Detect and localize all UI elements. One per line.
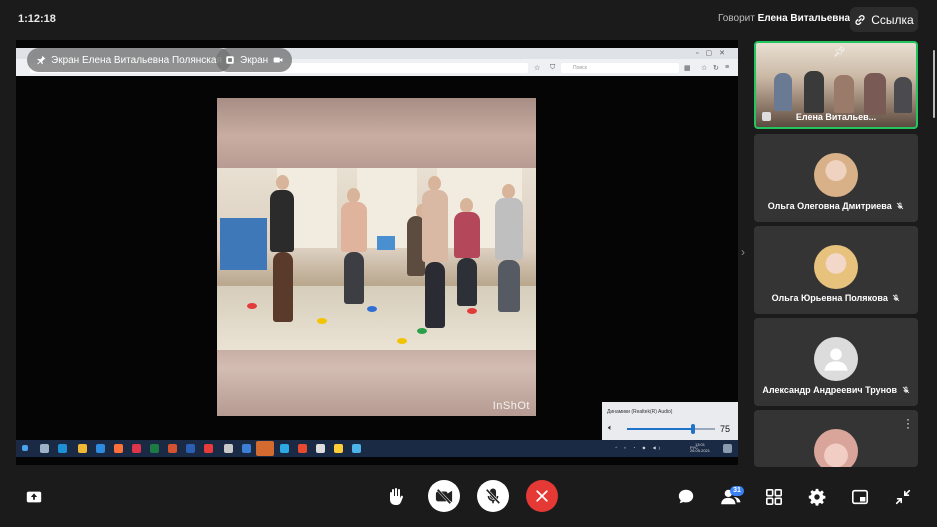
camera-off-button[interactable] <box>428 480 460 512</box>
notifications-icon <box>723 444 732 453</box>
microphone-off-button[interactable] <box>477 480 509 512</box>
volume-slider-handle[interactable] <box>691 424 695 434</box>
fullscreen-exit-icon[interactable] <box>894 488 912 506</box>
participant-tile-active[interactable]: 📌︎ Елена Витальев... <box>754 41 918 129</box>
chrome-icon-2 <box>352 444 361 453</box>
pin-icon[interactable]: 📌︎ <box>833 47 846 58</box>
call-timer: 1:12:18 <box>18 13 56 25</box>
mail-icon <box>96 444 105 453</box>
shared-screen[interactable]: ▫▢✕ ☆ ⛉ Поиск ▦ ☆ ↻ ≡ Экран Елена Виталь… <box>16 40 738 465</box>
avatar <box>814 153 858 197</box>
participant-tile[interactable]: Ольга Олеговна Дмитриева <box>754 134 918 222</box>
participant-name: Ольга Олеговна Дмитриева <box>754 201 918 211</box>
taskbar-date: 26.05.2021 <box>689 448 710 453</box>
windows-start-icon <box>22 445 28 451</box>
more-options-icon[interactable]: · · · <box>906 413 910 433</box>
collapse-sidebar-chevron-icon[interactable]: › <box>741 245 745 259</box>
edge-icon <box>58 444 67 453</box>
muted-mic-icon <box>893 294 900 302</box>
chat-icon[interactable] <box>677 488 695 506</box>
participants-count-badge: 31 <box>730 486 744 496</box>
close-icon <box>536 490 548 502</box>
participant-tile[interactable]: · · · <box>754 410 918 467</box>
screen-share-owner-label: Экран Елена Витальевна Полянская <box>51 54 222 66</box>
screen-share-owner-pill[interactable]: Экран Елена Витальевна Полянская <box>27 48 231 72</box>
volume-level: 75 <box>720 424 731 434</box>
taskbar-clock: 13:01 26.05.2021 <box>690 442 710 454</box>
menu-icon: ≡ <box>725 64 730 71</box>
telegram-icon <box>280 444 289 453</box>
excel-icon <box>150 444 159 453</box>
grid-icon: ▦ <box>684 65 691 72</box>
screen-source-label: Экран <box>240 54 269 66</box>
gear-icon[interactable] <box>808 488 826 506</box>
video-watermark: InShOt <box>492 400 530 412</box>
microphone-off-icon <box>485 488 501 505</box>
volume-popup[interactable]: Динамики (Realtek(R) Audio) 🔈︎ 75 <box>602 402 738 440</box>
participant-name: Александр Андреевич Трунов <box>754 385 918 395</box>
speaking-label: Говорит <box>718 13 755 24</box>
participant-tile[interactable]: Александр Андреевич Трунов <box>754 318 918 406</box>
avatar <box>814 429 858 467</box>
participant-name-text: Александр Андреевич Трунов <box>762 385 898 395</box>
copy-link-button[interactable]: Ссылка <box>850 7 918 32</box>
star-icon: ☆ <box>701 65 708 72</box>
browser-search-placeholder: Поиск <box>573 65 587 71</box>
taskbar-time: 13:01 <box>694 442 705 447</box>
participants-scrollbar[interactable] <box>933 50 935 118</box>
leave-call-button[interactable] <box>526 480 558 512</box>
window-controls: ▫▢✕ <box>696 50 732 57</box>
video-scene <box>217 168 536 350</box>
pin-icon <box>37 55 46 65</box>
camera-icon <box>273 57 283 63</box>
refresh-icon: ↻ <box>713 65 719 72</box>
powerpoint-icon <box>168 444 177 453</box>
default-avatar-icon <box>814 337 858 381</box>
tray-icons: ^ ▪ ◔ ◆ ◀) <box>615 445 663 450</box>
muted-mic-icon <box>902 386 909 394</box>
image-viewer-icon <box>224 444 233 453</box>
screen-source-pill[interactable]: Экран <box>216 48 293 72</box>
audio-device-label: Динамики (Realtek(R) Audio) <box>607 409 673 415</box>
volume-slider-fill <box>627 428 693 430</box>
chrome-icon <box>334 444 343 453</box>
firefox-icon <box>114 444 123 453</box>
browser-search-box: Поиск <box>561 63 679 73</box>
raise-hand-icon[interactable] <box>386 487 406 507</box>
app-icon <box>204 444 213 453</box>
task-view-icon <box>40 444 49 453</box>
link-icon <box>855 14 865 25</box>
active-speaker-indicator: Говорит Елена Витальевна П. <box>718 13 863 24</box>
calculator-icon <box>316 444 325 453</box>
participant-name: Елена Витальев... <box>795 112 877 122</box>
participant-name-text: Ольга Юрьевна Полякова <box>771 293 888 303</box>
windows-taskbar: ^ ▪ ◔ ◆ ◀) РУС 13:01 26.05.2021 <box>16 440 738 457</box>
shield-icon: ⛉ <box>550 64 556 71</box>
active-app-icon <box>256 441 274 456</box>
participant-name-text: Ольга Олеговна Дмитриева <box>767 201 892 211</box>
grid-layout-icon[interactable] <box>765 488 783 506</box>
participant-name: Ольга Юрьевна Полякова <box>754 293 918 303</box>
folder-icon <box>78 444 87 453</box>
speaker-name: Елена Витальевна П. <box>757 13 863 24</box>
camera-off-icon <box>435 488 453 505</box>
share-screen-icon[interactable] <box>25 488 43 506</box>
word-icon <box>186 444 195 453</box>
opera-icon <box>132 444 141 453</box>
avatar <box>814 245 858 289</box>
muted-mic-icon <box>896 202 904 210</box>
app-icon-2 <box>242 444 251 453</box>
app-icon-3 <box>298 444 307 453</box>
picture-in-picture-icon[interactable] <box>851 488 869 506</box>
screen-icon <box>226 56 234 64</box>
bookmark-star-icon: ☆ <box>534 65 541 72</box>
shared-video-frame: InShOt <box>217 98 536 416</box>
participant-tile[interactable]: Ольга Юрьевна Полякова <box>754 226 918 314</box>
copy-link-label: Ссылка <box>871 12 914 27</box>
speaker-icon: 🔈︎ <box>608 423 613 432</box>
